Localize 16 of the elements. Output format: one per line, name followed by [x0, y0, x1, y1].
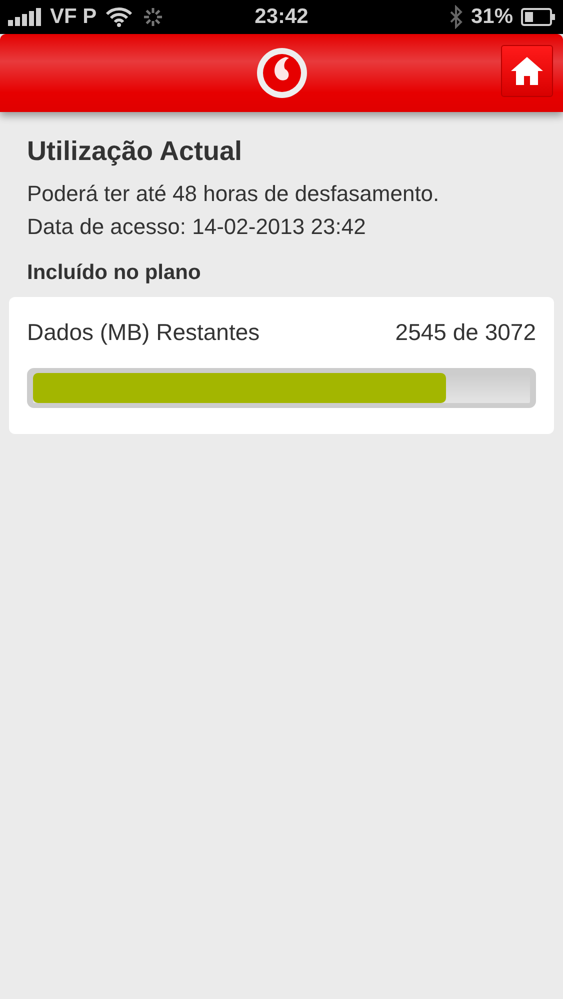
bluetooth-icon [448, 5, 463, 29]
logo-icon [256, 47, 308, 99]
wifi-icon [104, 6, 133, 28]
carrier-name: VF P [50, 5, 97, 29]
signal-icon [8, 8, 42, 26]
home-button[interactable] [501, 45, 553, 97]
clock-time: 23:42 [254, 5, 308, 29]
access-date: Data de acesso: 14-02-2013 23:42 [27, 213, 367, 241]
battery-percent: 31% [470, 5, 513, 29]
notice-text: Poderá ter até 48 horas de desfasamento. [27, 180, 440, 208]
usage-label: Dados (MB) Restantes [27, 319, 260, 346]
usage-reading: 2545 de 3072 [395, 319, 536, 346]
page-title: Utilização Actual [27, 136, 244, 167]
home-icon [510, 56, 544, 86]
section-heading: Incluído no plano [27, 261, 202, 285]
battery-icon [521, 8, 555, 26]
